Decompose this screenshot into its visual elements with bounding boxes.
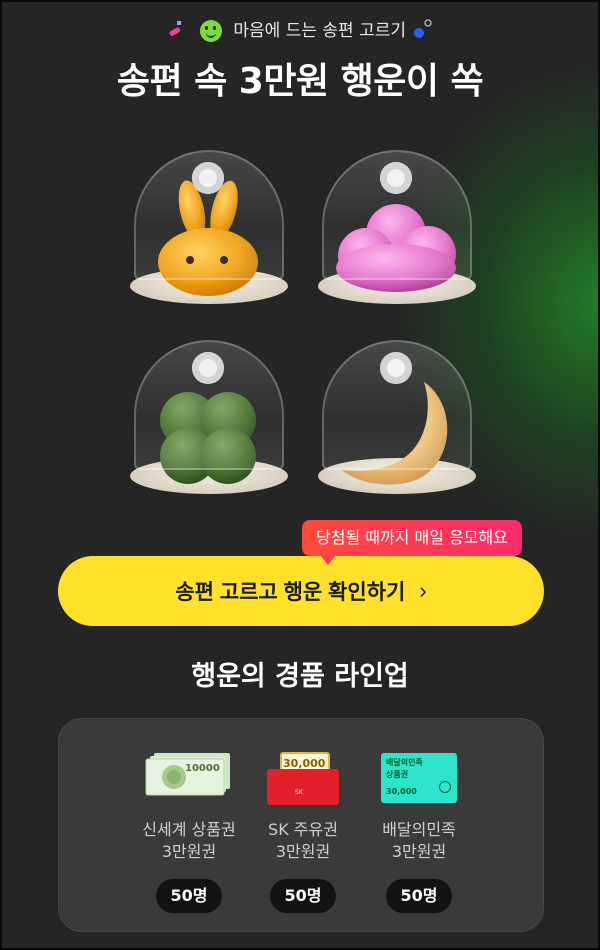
prize-amount: 3만원권 <box>391 842 447 861</box>
sk-brand-text: SK <box>295 789 303 796</box>
sparkle-left-icon <box>165 18 187 45</box>
prize-section-title: 행운의 경품 라인업 <box>191 661 409 692</box>
cta-label: 송편 고르고 행운 확인하기 <box>175 581 406 604</box>
pick-songpyeon-button[interactable]: 송편 고르고 행운 확인하기 › <box>58 556 544 626</box>
event-page: 마음에 드는 송편 고르기 송편 속 3만원 행운이 쏙 송편 고르고 행운 확… <box>0 0 600 950</box>
prize-item-baemin: 배달의민족 상품권 30,000 배달의민족 3만원권 50명 <box>359 751 479 913</box>
prize-lineup-card: 10000 신세계 상품권 3만원권 50명 30,000 SK SK 주유권 … <box>58 718 544 932</box>
prize-item-shinsegae: 10000 신세계 상품권 3만원권 50명 <box>129 751 249 913</box>
voucher-value-text: 10000 <box>185 763 220 774</box>
prize-amount: 3만원권 <box>275 842 331 861</box>
baemin-brand-text: 배달의민족 <box>386 758 423 767</box>
voucher-value-text: 30,000 <box>386 787 417 796</box>
page-title: 송편 속 3만원 행운이 쏙 <box>116 61 484 102</box>
chevron-right-icon: › <box>419 578 427 603</box>
baemin-type-text: 상품권 <box>386 770 409 779</box>
sparkle-right-icon <box>411 18 435 45</box>
dome-knob <box>192 352 224 384</box>
songpyeon-cloud-option[interactable] <box>318 150 476 310</box>
prize-item-sk: 30,000 SK SK 주유권 3만원권 50명 <box>243 751 363 913</box>
smile-icon <box>199 20 222 42</box>
dome-knob <box>192 162 224 194</box>
shinsegae-voucher-image: 10000 <box>129 751 249 807</box>
voucher-value-text: 30,000 <box>283 757 326 770</box>
songpyeon-moon-option[interactable] <box>318 340 476 500</box>
tooltip-tail <box>320 555 336 565</box>
winner-count-badge: 50명 <box>386 879 452 913</box>
dome-knob <box>380 162 412 194</box>
songpyeon-clover-option[interactable] <box>130 340 288 500</box>
sk-fuel-voucher-image: 30,000 SK <box>243 751 363 807</box>
winner-count-badge: 50명 <box>156 879 222 913</box>
prize-name: 신세계 상품권 <box>142 820 236 839</box>
subtitle-row: 마음에 드는 송편 고르기 <box>2 16 598 45</box>
winner-count-badge: 50명 <box>270 879 336 913</box>
subtitle-text: 마음에 드는 송편 고르기 <box>233 21 407 41</box>
baemin-logo-icon <box>439 781 451 793</box>
prize-amount: 3만원권 <box>161 842 217 861</box>
daily-entry-tooltip: 당첨될 때까지 매일 응모해요 <box>302 520 522 556</box>
dome-knob <box>380 352 412 384</box>
prize-name: SK 주유권 <box>268 820 338 839</box>
baemin-voucher-image: 배달의민족 상품권 30,000 <box>359 751 479 807</box>
songpyeon-rabbit-option[interactable] <box>130 150 288 310</box>
prize-name: 배달의민족 <box>382 820 456 839</box>
